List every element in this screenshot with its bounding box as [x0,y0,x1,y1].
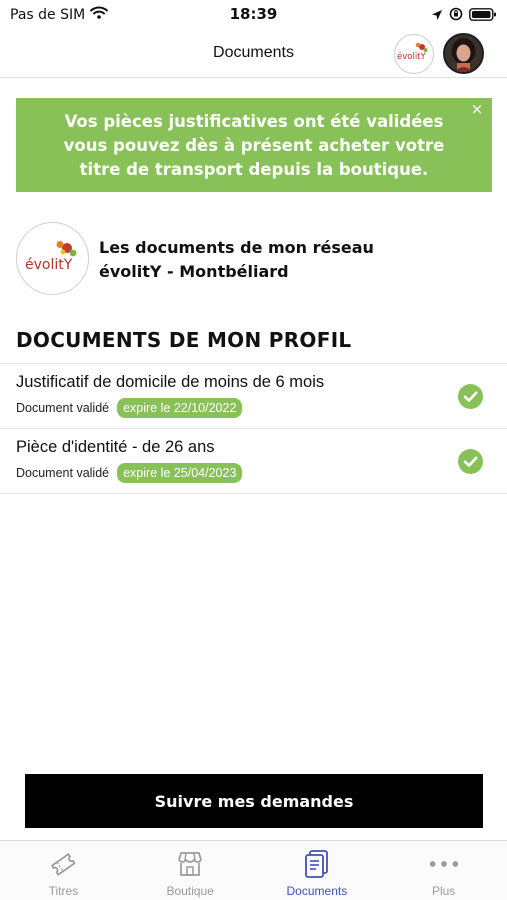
check-icon [458,449,483,474]
document-icon [301,849,333,879]
document-title: Justificatif de domicile de moins de 6 m… [16,373,325,391]
tab-titres[interactable]: Titres [0,841,127,900]
logo-text: évolitY [25,257,73,273]
evolity-logo: évolitY [397,42,428,62]
rotation-lock-icon [449,6,463,25]
network-info: évolitY Les documents de mon réseau évol… [16,222,492,296]
expiry-badge: expire le 22/10/2022 [117,398,243,418]
network-line-2: évolitY - Montbéliard [99,262,289,281]
network-title: Les documents de mon réseau évolitY - Mo… [99,236,374,284]
check-icon [458,384,483,409]
status-icons [431,6,497,25]
close-icon[interactable]: × [468,100,486,118]
document-list: Justificatif de domicile de moins de 6 m… [0,363,507,494]
tab-documents[interactable]: Documents [254,841,381,900]
document-status: Document validé [16,401,110,415]
evolity-logo: évolitY [25,240,76,273]
document-meta: Document validé expire le 22/10/2022 [16,398,243,418]
location-icon [431,6,443,25]
more-icon [428,849,460,879]
validation-banner: Vos pièces justificatives ont été validé… [16,98,492,192]
document-row[interactable]: Pièce d'identité - de 26 ans Document va… [0,429,507,494]
network-logo: évolitY [16,222,89,295]
document-meta: Document validé expire le 25/04/2023 [16,463,243,483]
ticket-icon [47,849,79,879]
shop-icon [174,849,206,879]
navigation-bar: Documents évolitY [0,30,507,78]
document-row[interactable]: Justificatif de domicile de moins de 6 m… [0,364,507,429]
tab-bar: Titres Boutique Documents Plus [0,840,507,900]
tab-label: Titres [48,884,79,898]
user-photo [445,35,482,72]
battery-icon [469,6,497,25]
network-logo-button[interactable]: évolitY [394,34,434,74]
tab-label: Documents [286,884,348,898]
tab-boutique[interactable]: Boutique [127,841,254,900]
section-title: DOCUMENTS DE MON PROFIL [16,328,352,352]
logo-text: évolitY [397,51,427,62]
avatar[interactable] [443,33,484,74]
network-line-1: Les documents de mon réseau [99,238,374,257]
follow-requests-button[interactable]: Suivre mes demandes [25,774,483,828]
expiry-badge: expire le 25/04/2023 [117,463,243,483]
tab-label: Boutique [166,884,214,898]
tab-plus[interactable]: Plus [380,841,507,900]
banner-message: Vos pièces justificatives ont été validé… [63,112,445,179]
document-status: Document validé [16,466,110,480]
document-title: Pièce d'identité - de 26 ans [16,438,215,456]
tab-label: Plus [431,884,456,898]
status-bar: Pas de SIM 18:39 [0,0,507,30]
